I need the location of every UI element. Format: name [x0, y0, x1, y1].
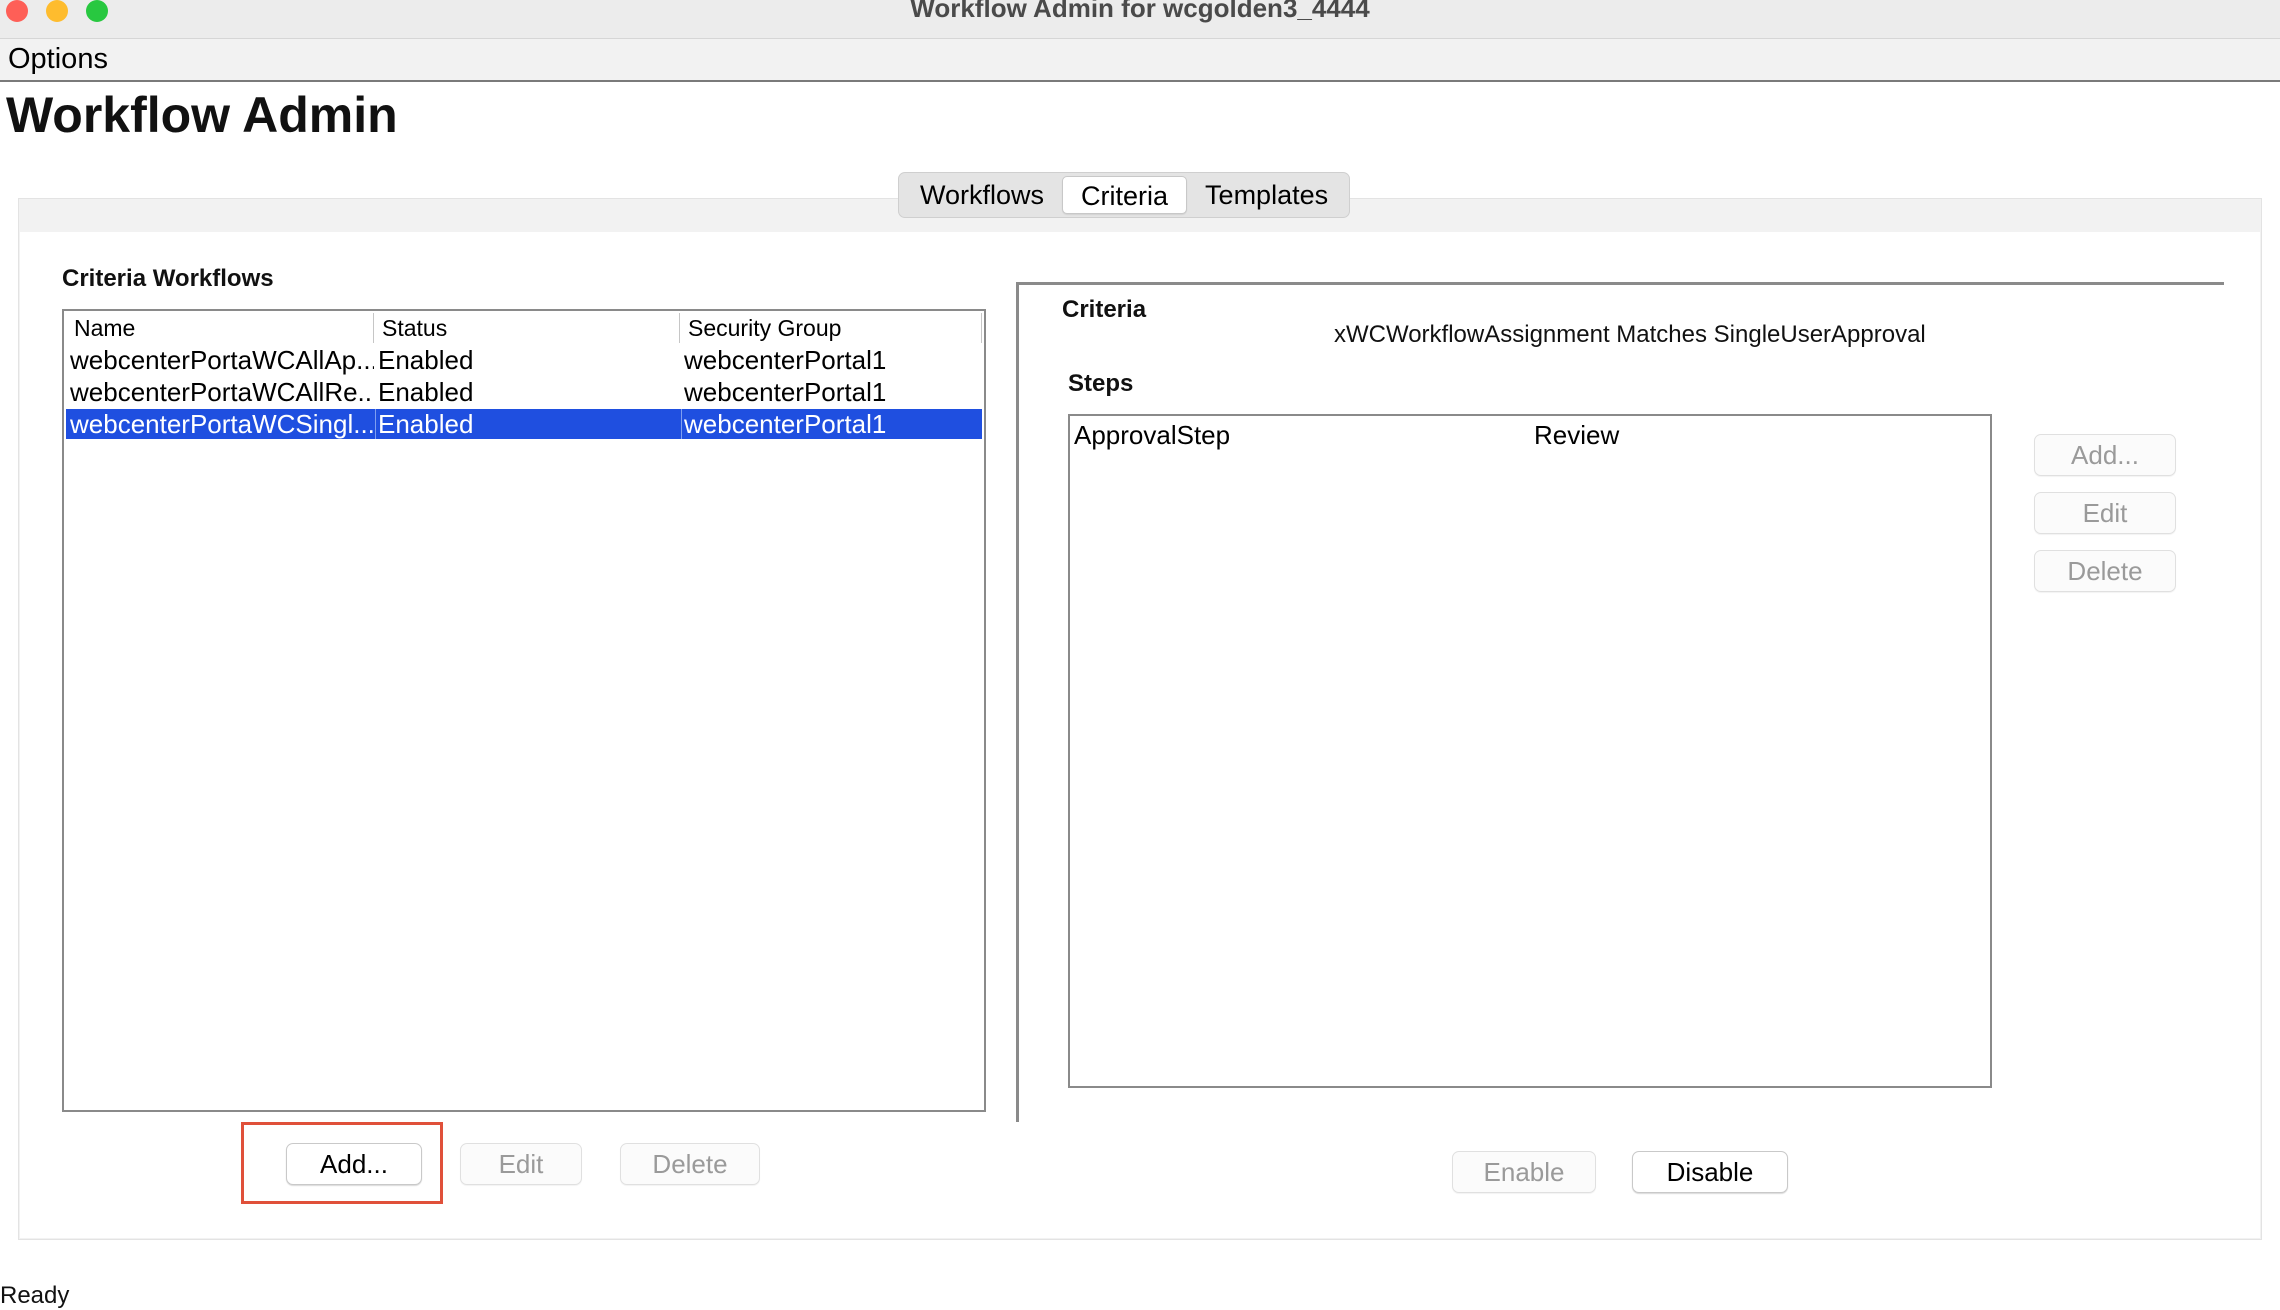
cell-security-group: webcenterPortal1	[684, 345, 887, 375]
tab-criteria[interactable]: Criteria	[1062, 176, 1188, 214]
step-name[interactable]: ApprovalStep	[1074, 420, 1230, 451]
table-row[interactable]: webcenterPortaWCAllAp... Enabled webcent…	[66, 345, 982, 375]
group-border-left	[1016, 282, 1019, 1122]
enable-button[interactable]: Enable	[1452, 1151, 1596, 1193]
steps-label: Steps	[1068, 370, 1134, 397]
column-header-security-group[interactable]: Security Group	[680, 313, 982, 343]
column-header-name[interactable]: Name	[66, 313, 374, 343]
menu-options[interactable]: Options	[8, 43, 108, 76]
add-workflow-button[interactable]: Add...	[286, 1143, 422, 1185]
menu-bar: Options	[0, 39, 2280, 82]
table-row-selected[interactable]: webcenterPortaWCSingl... Enabled webcent…	[66, 409, 982, 439]
page-title: Workflow Admin	[6, 87, 398, 143]
delete-step-button[interactable]: Delete	[2034, 550, 2176, 592]
window-title: Workflow Admin for wcgolden3_4444	[910, 0, 1370, 23]
criteria-workflows-label: Criteria Workflows	[62, 265, 274, 292]
cell-name: webcenterPortaWCSingl...	[70, 409, 376, 439]
tab-templates[interactable]: Templates	[1187, 176, 1346, 214]
cell-status: Enabled	[378, 345, 474, 375]
cell-status: Enabled	[378, 377, 474, 407]
tab-workflows[interactable]: Workflows	[902, 176, 1062, 214]
cell-name: webcenterPortaWCAllAp...	[70, 345, 374, 375]
window-titlebar: Workflow Admin for wcgolden3_4444	[0, 0, 2280, 39]
criteria-workflows-table[interactable]: Name Status Security Group webcenterPort…	[62, 309, 986, 1112]
steps-list[interactable]: ApprovalStep Review	[1068, 414, 1992, 1088]
disable-button[interactable]: Disable	[1632, 1151, 1788, 1193]
criteria-value: xWCWorkflowAssignment Matches SingleUser…	[1334, 321, 1926, 348]
cell-security-group: webcenterPortal1	[684, 409, 887, 439]
cell-name: webcenterPortaWCAllRe...	[70, 377, 374, 407]
delete-workflow-button[interactable]: Delete	[620, 1143, 760, 1185]
add-step-button[interactable]: Add...	[2034, 434, 2176, 476]
step-type[interactable]: Review	[1534, 420, 1619, 451]
edit-step-button[interactable]: Edit	[2034, 492, 2176, 534]
cell-status: Enabled	[376, 409, 682, 439]
cell-security-group: webcenterPortal1	[684, 377, 887, 407]
table-row[interactable]: webcenterPortaWCAllRe... Enabled webcent…	[66, 377, 982, 407]
criteria-label: Criteria	[1062, 296, 1147, 323]
group-border-top	[1016, 282, 2224, 285]
column-header-status[interactable]: Status	[374, 313, 680, 343]
tab-bar: Workflows Criteria Templates	[898, 172, 1351, 218]
edit-workflow-button[interactable]: Edit	[460, 1143, 582, 1185]
